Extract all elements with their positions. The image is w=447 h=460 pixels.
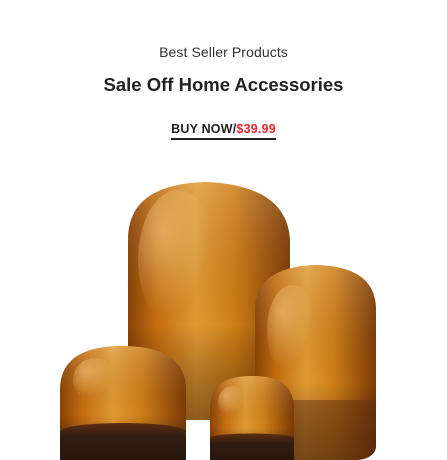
small-vase [210,376,294,460]
buy-now-label: BUY NOW [171,122,233,136]
promo-banner: Best Seller Products Sale Off Home Acces… [0,0,447,460]
vases-product-image [60,182,376,460]
squat-vase [60,346,186,460]
banner-subtitle: Best Seller Products [159,44,288,60]
buy-now-row: BUY NOW/$39.99 [0,122,447,140]
banner-title: Sale Off Home Accessories [103,74,344,95]
buy-now-link[interactable]: BUY NOW/$39.99 [171,122,276,140]
sale-price: $39.99 [236,122,276,136]
